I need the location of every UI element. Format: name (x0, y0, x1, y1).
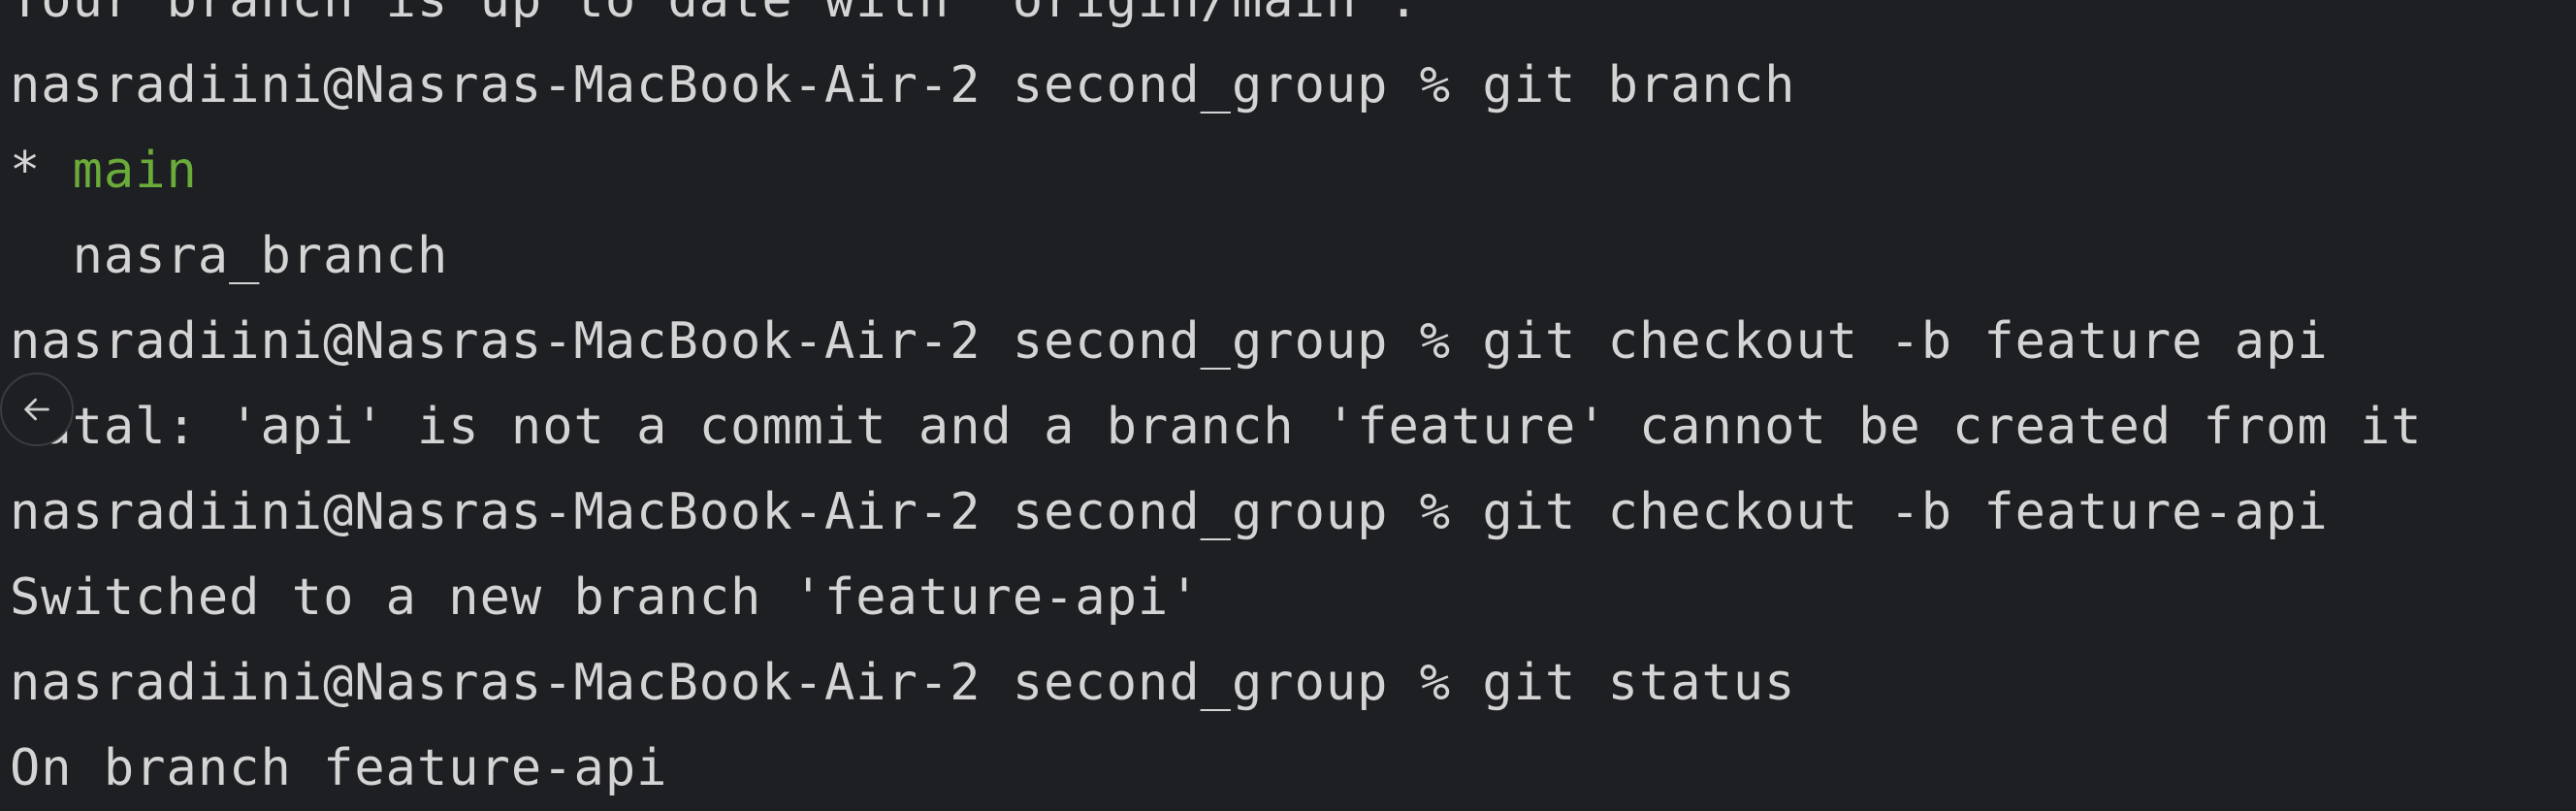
terminal-command-line: nasradiini@Nasras-MacBook-Air-2 second_g… (10, 483, 2329, 541)
terminal-output-line: On branch feature-api (10, 739, 668, 797)
terminal-command-line: nasradiini@Nasras-MacBook-Air-2 second_g… (10, 654, 1796, 712)
current-branch-marker: * (10, 142, 73, 200)
back-button[interactable] (0, 373, 74, 446)
current-branch-name: main (72, 142, 198, 200)
terminal-command-line: nasradiini@Nasras-MacBook-Air-2 second_g… (10, 312, 2329, 371)
terminal-output-line: Switched to a new branch 'feature-api' (10, 568, 1201, 627)
terminal-error-line: fatal: 'api' is not a commit and a branc… (10, 398, 2423, 456)
branch-list-item: nasra_branch (10, 227, 449, 285)
terminal-output-line: Your branch is up to date with 'origin/m… (10, 0, 1420, 29)
arrow-left-icon (24, 398, 49, 421)
terminal-command-line: nasradiini@Nasras-MacBook-Air-2 second_g… (10, 56, 1796, 114)
terminal-window[interactable]: Your branch is up to date with 'origin/m… (0, 0, 2576, 811)
branch-list-current: * main (10, 128, 198, 213)
